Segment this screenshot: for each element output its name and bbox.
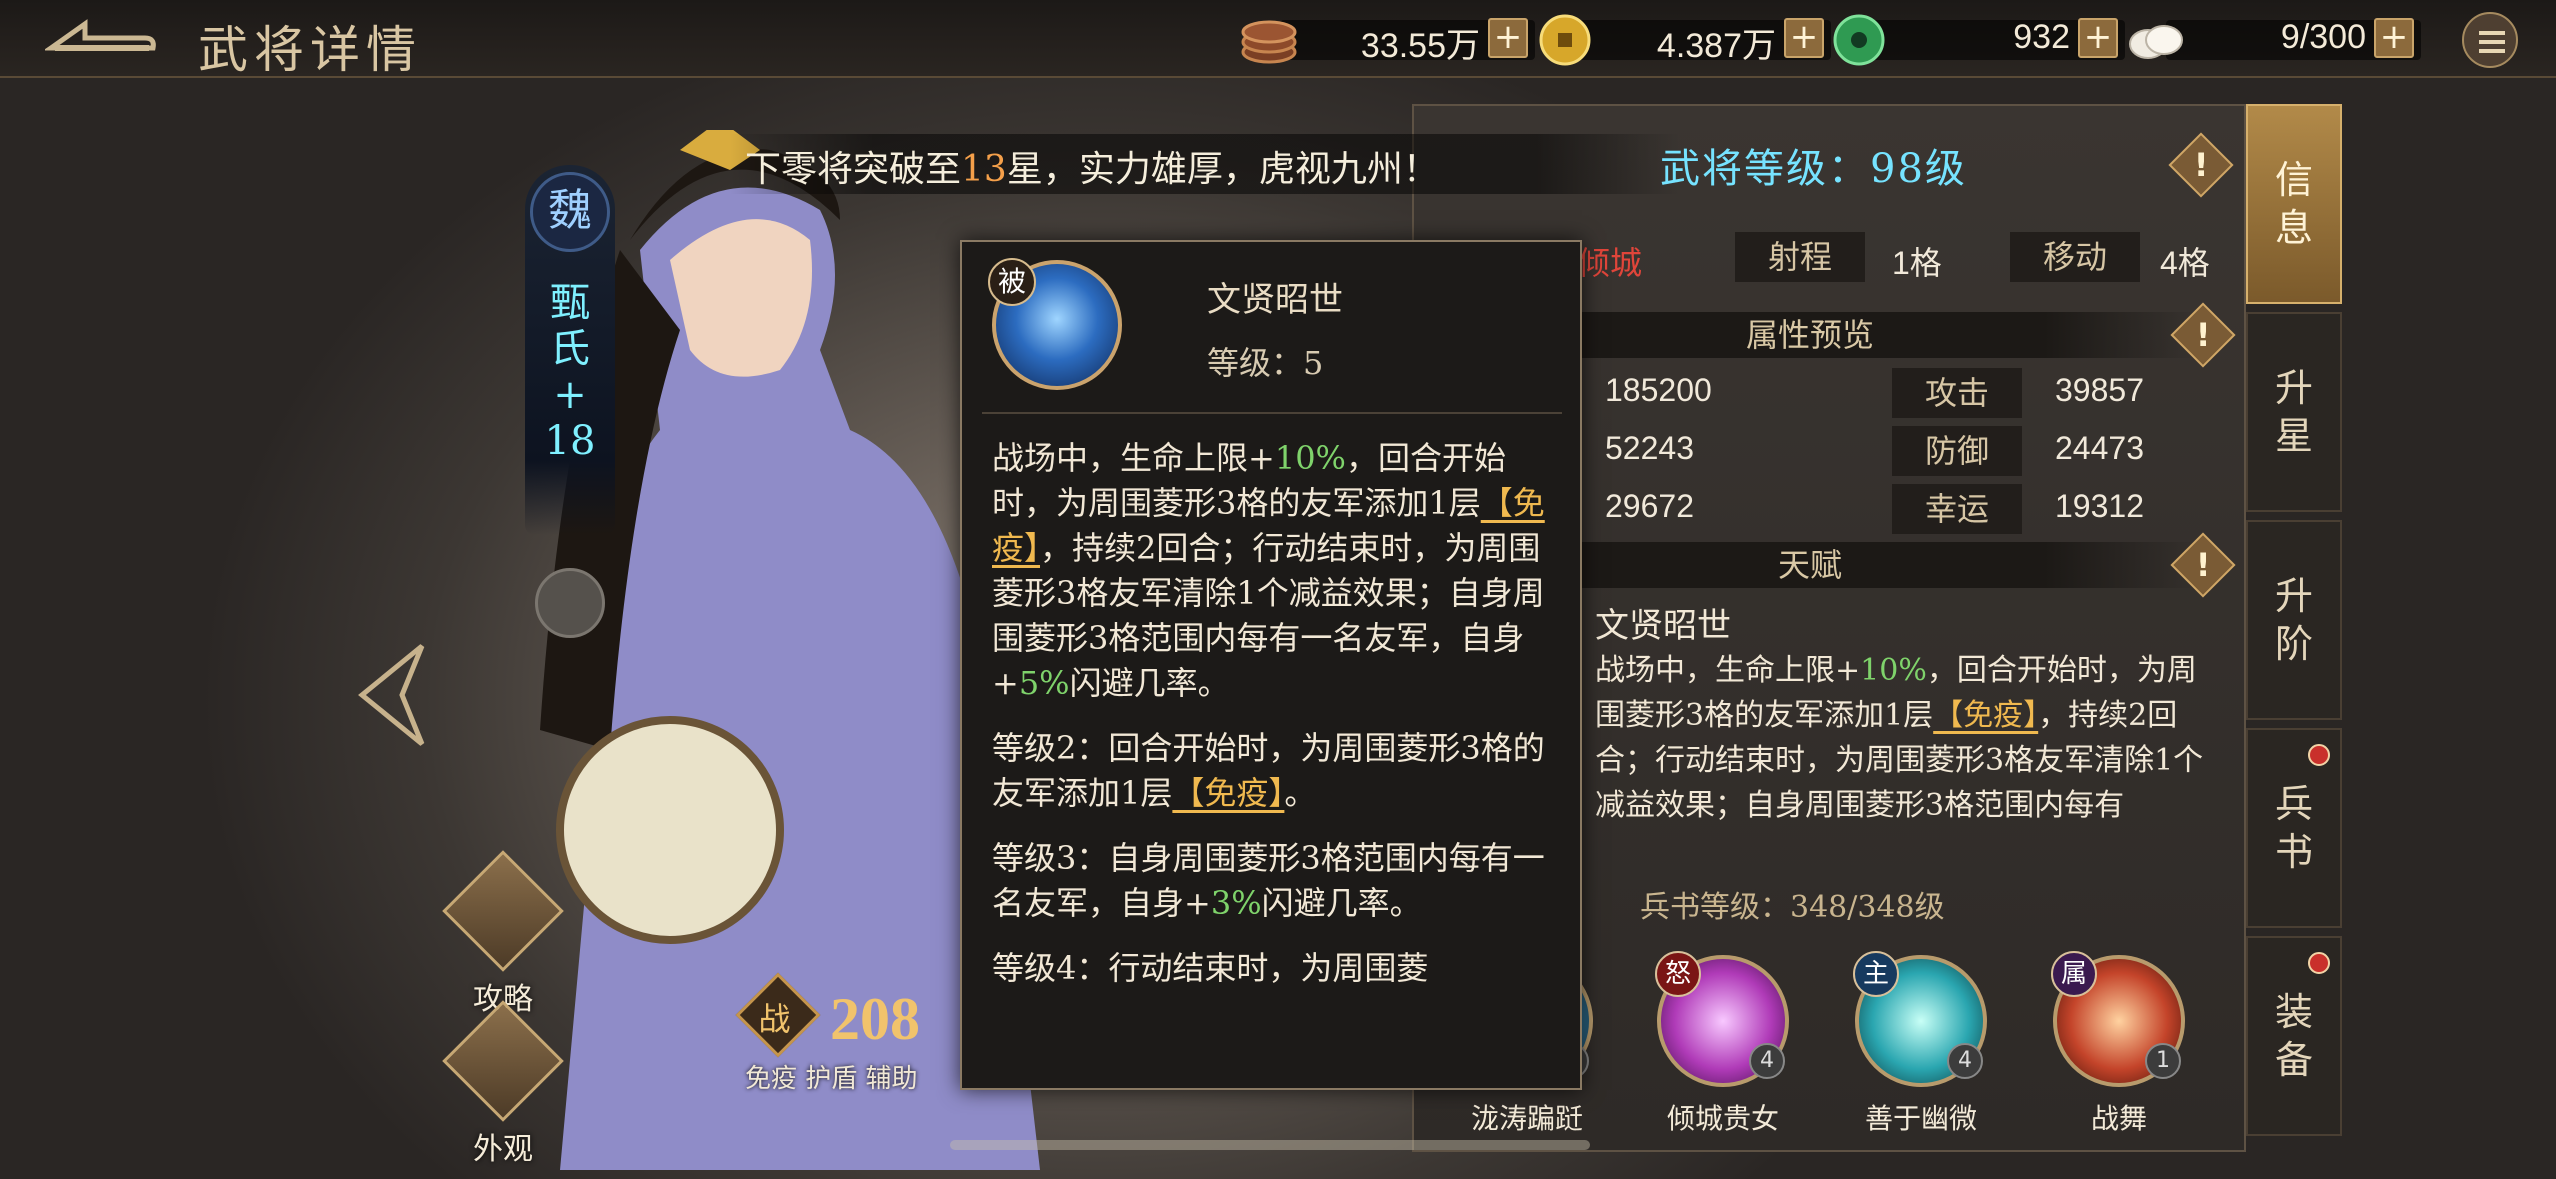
bingshu-level: 兵书等级：348/348级 xyxy=(1640,890,1945,925)
skill-tooltip: 被 文贤昭世 等级：5 战场中，生命上限+10%，回合开始时，为周围菱形3格的友… xyxy=(960,240,1582,1090)
hero-name: 甄氏 + 18 xyxy=(544,280,596,464)
fire-dancer-icon: 属 1 xyxy=(2051,951,2185,1087)
range-label: 射程 xyxy=(1735,232,1865,282)
appearance-button[interactable]: 外观 xyxy=(442,1000,564,1168)
skill-slot[interactable]: 怒 4 倾城贵女 xyxy=(1648,951,1798,1137)
menu-button[interactable] xyxy=(2462,12,2518,68)
add-jade-button[interactable]: + xyxy=(2078,18,2118,58)
tab-star-up[interactable]: 升 星 xyxy=(2246,312,2342,512)
marquee-text: 下零将突破至13星，实力雄厚，虎视九州！ xyxy=(745,149,1439,190)
skill-name: 战舞 xyxy=(2090,1102,2147,1135)
tab-info[interactable]: 信 息 xyxy=(2246,104,2342,304)
skill-slot[interactable]: 属 1 战舞 xyxy=(2044,951,2194,1137)
skill-name: 倾城贵女 xyxy=(1666,1102,1779,1135)
add-stamina-button[interactable]: + xyxy=(2374,18,2414,58)
stamina-value: 9/300 xyxy=(2280,18,2366,56)
top-bar: 武将详情 33.55万 + 4.387万 + 932 + 9/300 + xyxy=(0,0,2556,79)
attr-label: 幸运 xyxy=(1892,484,2022,534)
gold-value: 4.387万 xyxy=(1656,27,1776,65)
attr-value: 39857 xyxy=(2055,372,2144,408)
scroll-icon xyxy=(442,850,564,972)
move-value: 4格 xyxy=(2160,245,2210,281)
skill-slot[interactable]: 主 4 善于幽微 xyxy=(1846,951,1996,1137)
trait-label: 倾城 xyxy=(1578,244,1643,282)
jade-value: 932 xyxy=(2013,18,2070,56)
jade-disc-icon xyxy=(1833,14,1885,66)
moon-swirl-icon: 怒 4 xyxy=(1655,951,1789,1087)
tab-equipment[interactable]: 装 备 xyxy=(2246,936,2342,1136)
copper-coins-icon xyxy=(1241,20,1297,64)
tooltip-skill-level: 等级：5 xyxy=(1207,344,1324,382)
hero-level: 武将等级：98级 xyxy=(1660,146,1967,192)
attr-label: 攻击 xyxy=(1892,368,2022,418)
add-copper-button[interactable]: + xyxy=(1488,18,1528,58)
faction-seal: 魏 xyxy=(530,172,610,252)
divider xyxy=(982,412,1562,414)
tab-rank-up[interactable]: 升 阶 xyxy=(2246,520,2342,720)
attr-label: 防御 xyxy=(1892,426,2022,476)
scroll-indicator[interactable] xyxy=(950,1140,1590,1150)
copper-value: 33.55万 xyxy=(1360,27,1480,65)
skill-name: 善于幽微 xyxy=(1864,1102,1977,1135)
steamed-bun-icon xyxy=(2129,25,2183,59)
skill-name: 泷涛蹁跹 xyxy=(1470,1102,1583,1135)
tooltip-description: 战场中，生命上限+10%，回合开始时，为周围菱形3格的友军添加1层【免疫】，持续… xyxy=(992,439,1545,987)
attr-left-value: 52243 xyxy=(1605,430,1694,466)
talent-description: 战场中，生命上限+10%，回合开始时，为周围菱形3格的友军添加1层【免疫】，持续… xyxy=(1595,653,2204,823)
notification-dot xyxy=(2308,952,2330,974)
attr-left-value: 185200 xyxy=(1605,372,1712,408)
robe-icon xyxy=(442,1000,564,1122)
talent-name: 文贤昭世 xyxy=(1595,606,1731,646)
guide-button[interactable]: 攻略 xyxy=(442,850,564,1018)
tab-bingshu[interactable]: 兵 书 xyxy=(2246,728,2342,928)
attr-left-value: 29672 xyxy=(1605,488,1694,524)
attr-value: 24473 xyxy=(2055,430,2144,466)
range-value: 1格 xyxy=(1892,245,1942,281)
hero-tags: 免疫 护盾 辅助 xyxy=(745,1064,918,1094)
lock-icon[interactable] xyxy=(535,568,605,638)
notification-dot xyxy=(2308,744,2330,766)
move-label: 移动 xyxy=(2010,232,2140,282)
back-arrow-icon[interactable] xyxy=(45,16,157,62)
attr-value: 19312 xyxy=(2055,488,2144,524)
passive-badge: 被 xyxy=(988,258,1036,306)
tooltip-skill-name: 文贤昭世 xyxy=(1207,280,1343,320)
glowing-hand-icon: 主 4 xyxy=(1853,951,1987,1087)
combat-power: 208 xyxy=(830,986,920,1052)
add-gold-button[interactable]: + xyxy=(1784,18,1824,58)
previous-hero-arrow-icon[interactable] xyxy=(352,640,432,750)
gold-coin-icon xyxy=(1539,14,1591,66)
appearance-label: 外观 xyxy=(473,1132,533,1167)
page-title: 武将详情 xyxy=(198,21,422,79)
